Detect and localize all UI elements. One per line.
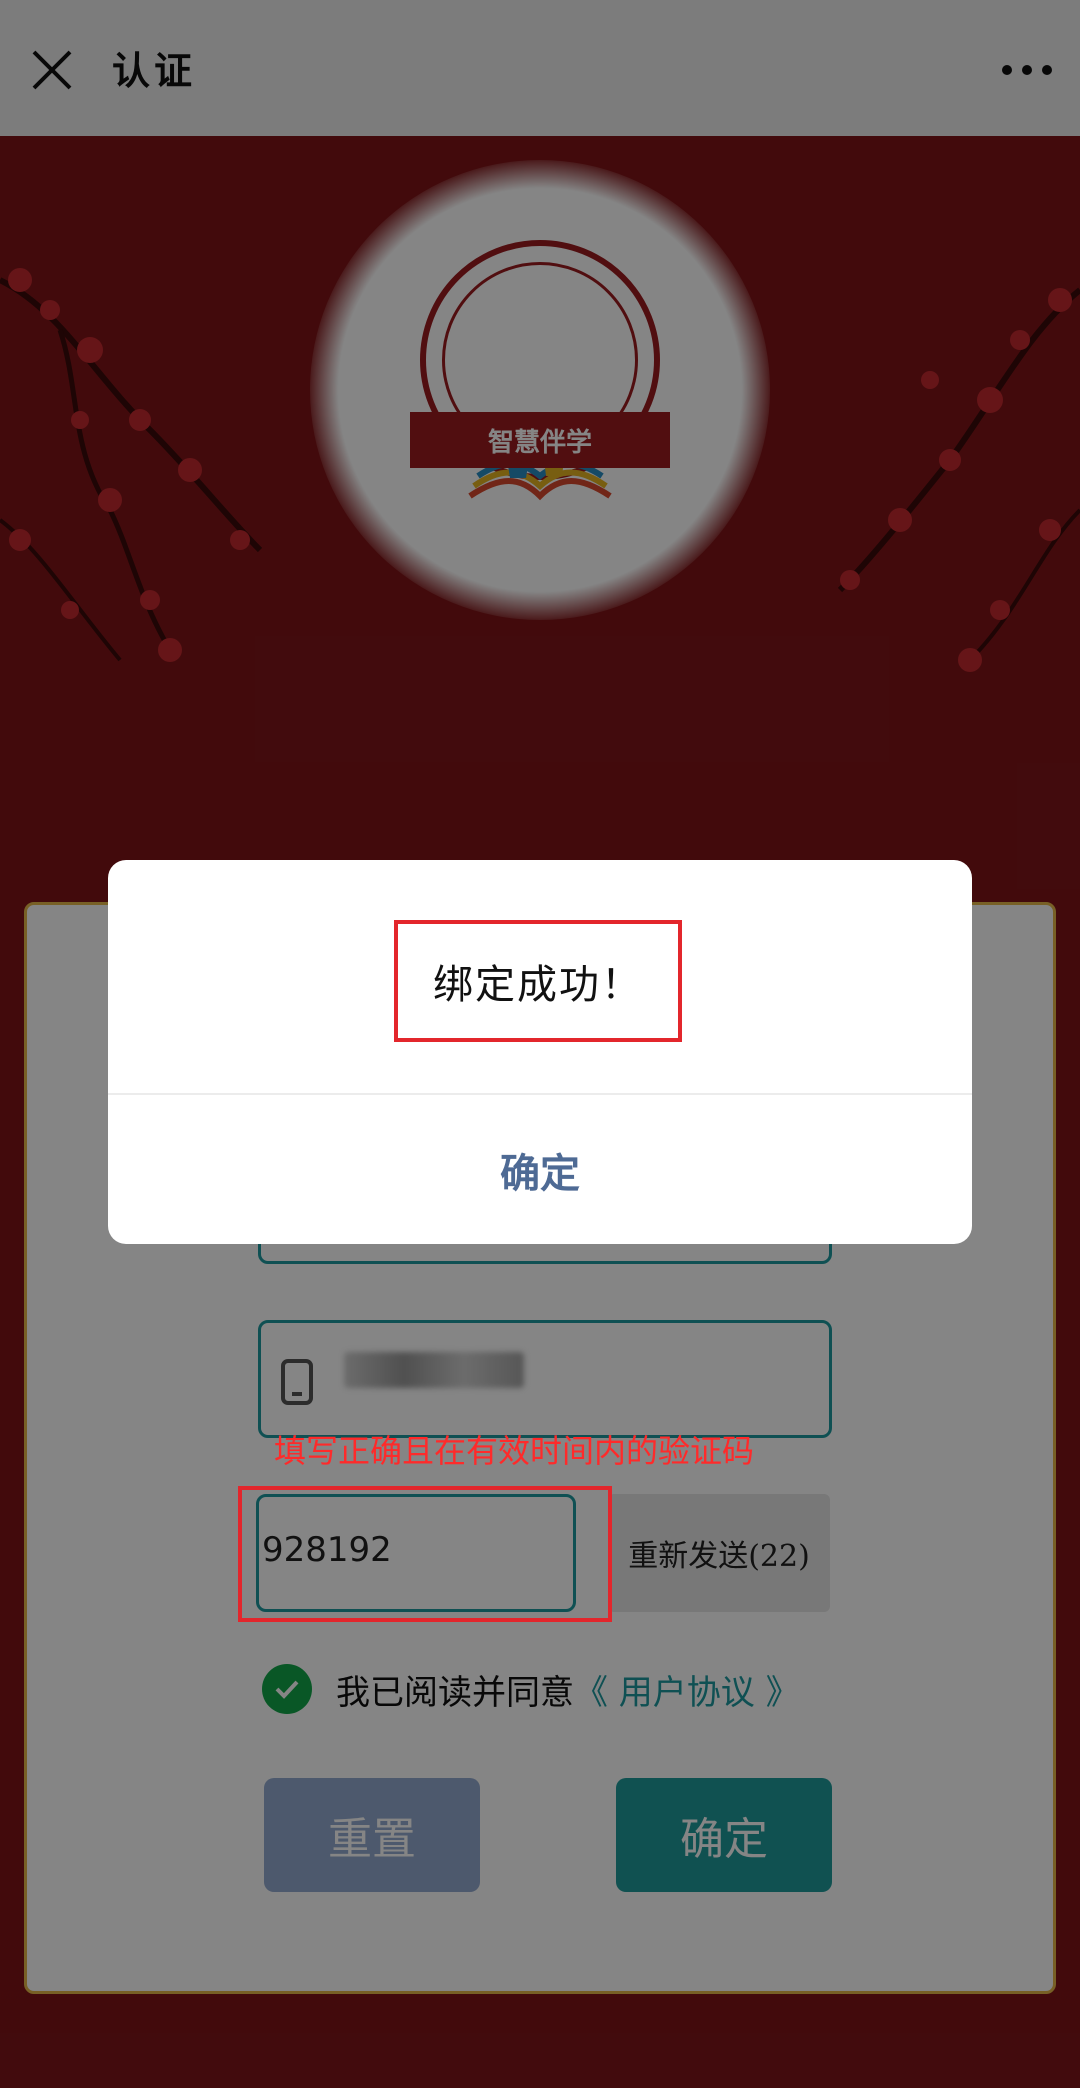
dialog-message: 绑定成功！ — [394, 920, 682, 1042]
annotation-highlight-box — [238, 1486, 612, 1622]
success-dialog: 绑定成功！ 确定 — [108, 860, 972, 1244]
dialog-ok-button[interactable]: 确定 — [108, 1095, 972, 1244]
annotation-hint-text: 填写正确且在有效时间内的验证码 — [274, 1432, 755, 1470]
